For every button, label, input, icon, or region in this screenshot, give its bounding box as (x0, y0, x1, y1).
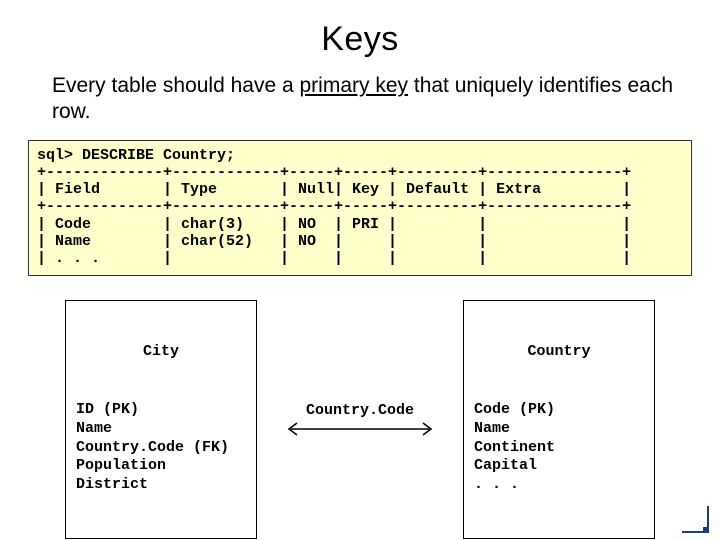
entity-city: City ID (PK) Name Country.Code (FK) Popu… (65, 300, 257, 539)
page-corner-icon (680, 504, 710, 534)
slide-title: Keys (28, 20, 692, 59)
primary-key-term: primary key (300, 74, 409, 97)
entity-country: Country Code (PK) Name Continent Capital… (463, 300, 655, 539)
sql-row-ellipsis: | . . . | | | | | | (37, 250, 631, 267)
arrow-icon (285, 421, 435, 437)
sql-output-box: sql> DESCRIBE Country; +-------------+--… (28, 140, 692, 277)
sql-command: sql> DESCRIBE Country; (37, 147, 235, 164)
sql-row-name: | Name | char(52) | NO | | | | (37, 233, 631, 250)
entity-city-title: City (76, 343, 246, 362)
body-pre: Every table should have a (52, 74, 300, 97)
relationship-label: Country.Code (306, 402, 414, 419)
sql-header-row: | Field | Type | Null| Key | Default | E… (37, 181, 631, 198)
entity-country-rows: Code (PK) Name Continent Capital . . . (474, 401, 644, 495)
sql-row-code: | Code | char(3) | NO | PRI | | | (37, 216, 631, 233)
relationship: Country.Code (285, 402, 435, 437)
entity-country-title: Country (474, 343, 644, 362)
er-diagram: City ID (PK) Name Country.Code (FK) Popu… (28, 300, 692, 539)
entity-city-rows: ID (PK) Name Country.Code (FK) Populatio… (76, 401, 246, 495)
body-text: Every table should have a primary key th… (52, 73, 692, 126)
sql-separator: +-------------+------------+-----+-----+… (37, 164, 631, 181)
slide: Keys Every table should have a primary k… (0, 0, 720, 540)
sql-separator: +-------------+------------+-----+-----+… (37, 198, 631, 215)
